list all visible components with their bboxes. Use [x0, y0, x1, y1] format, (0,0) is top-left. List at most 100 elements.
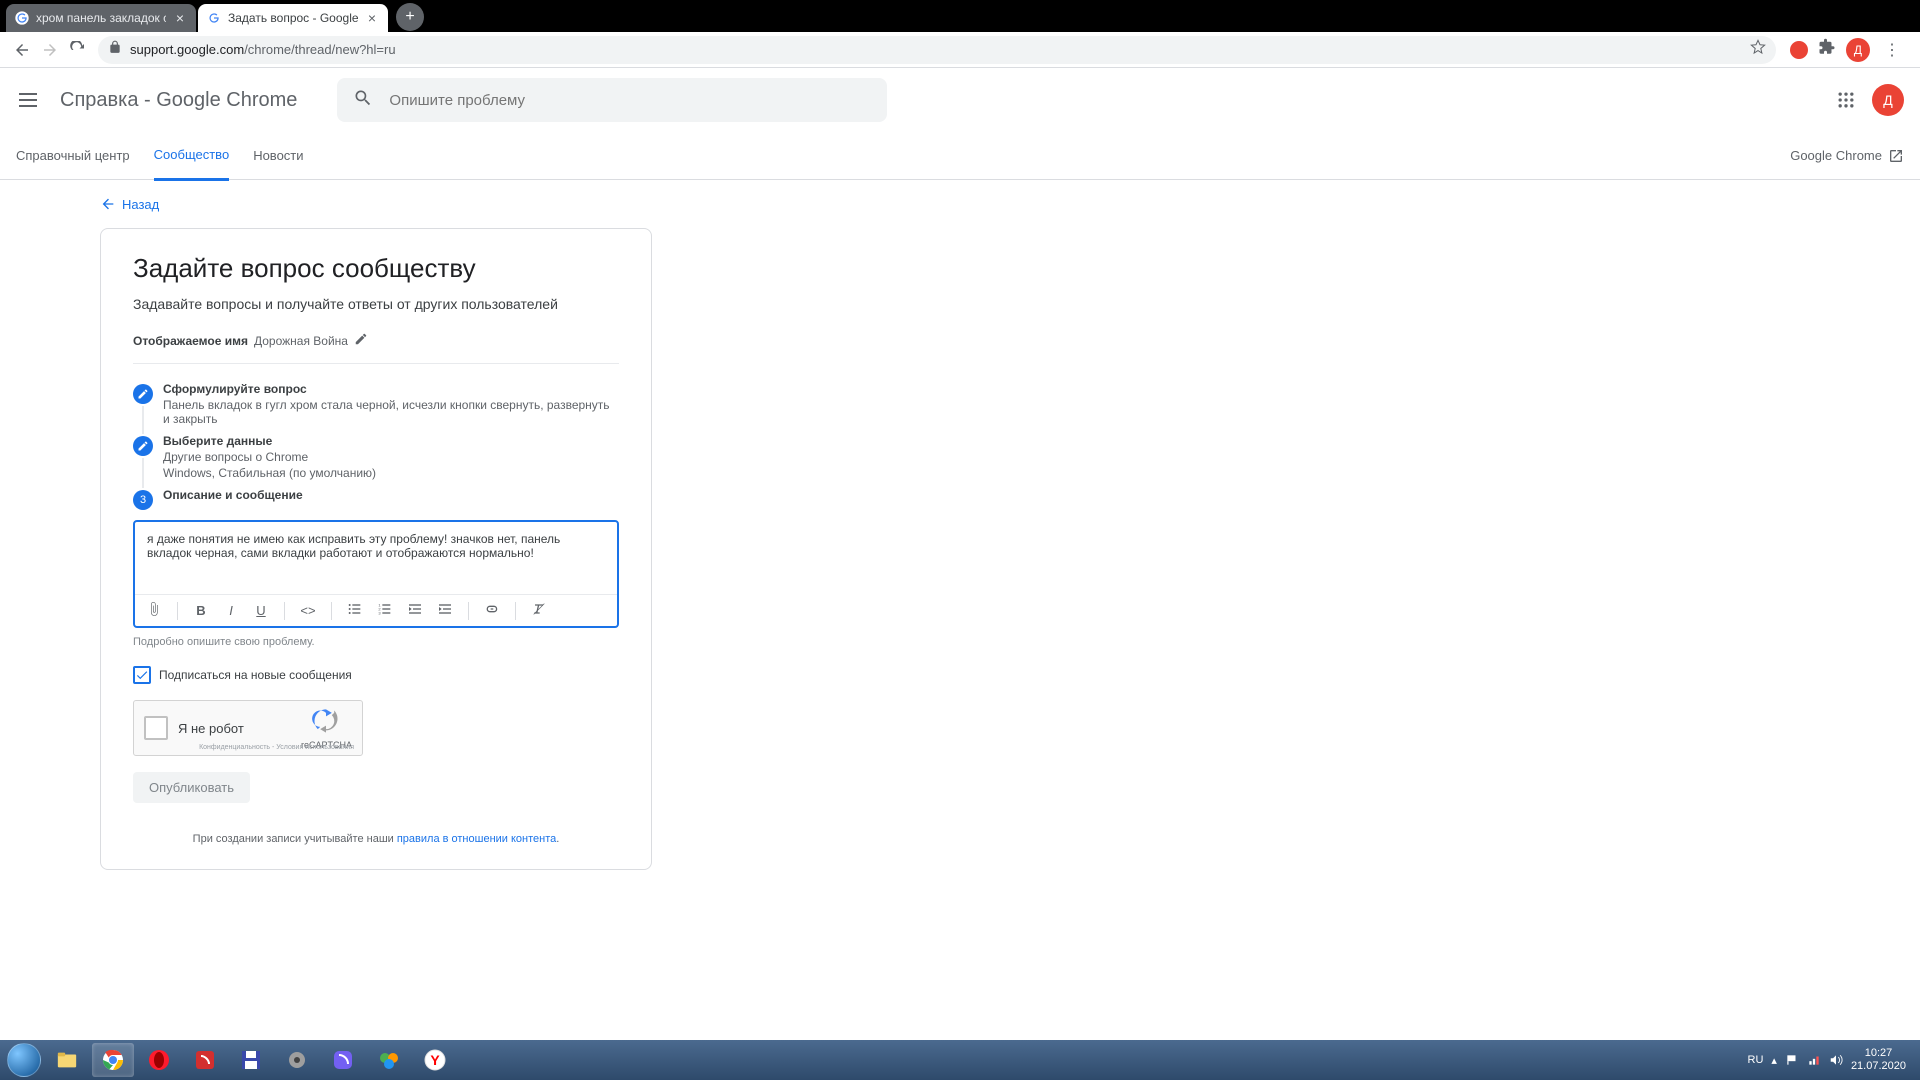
- google-g-icon: [14, 10, 30, 26]
- forward-button[interactable]: [36, 36, 64, 64]
- taskbar-app-chrome[interactable]: [92, 1043, 134, 1077]
- star-icon[interactable]: [1750, 39, 1766, 60]
- editor-textarea[interactable]: я даже понятия не имею как исправить эту…: [135, 522, 617, 594]
- product-link[interactable]: Google Chrome: [1790, 148, 1904, 164]
- step-title: Сформулируйте вопрос: [163, 382, 619, 396]
- search-input[interactable]: [389, 92, 871, 109]
- form-heading: Задайте вопрос сообществу: [133, 253, 619, 284]
- step-1: Сформулируйте вопрос Панель вкладок в гу…: [133, 382, 619, 428]
- search-icon: [353, 88, 373, 113]
- publish-button[interactable]: Опубликовать: [133, 772, 250, 803]
- start-button[interactable]: [4, 1040, 44, 1080]
- numbered-list-button[interactable]: 123: [376, 601, 394, 620]
- editor: я даже понятия не имею как исправить эту…: [133, 520, 619, 628]
- apps-button[interactable]: [1836, 90, 1856, 110]
- svg-text:Y: Y: [430, 1052, 440, 1068]
- address-bar[interactable]: support.google.com/chrome/thread/new?hl=…: [98, 36, 1776, 64]
- account-avatar[interactable]: Д: [1872, 84, 1904, 116]
- display-name-label: Отображаемое имя: [133, 334, 248, 348]
- tray-volume-icon[interactable]: [1829, 1053, 1843, 1067]
- step-sub: Windows, Стабильная (по умолчанию): [163, 466, 619, 480]
- tab-community[interactable]: Сообщество: [154, 131, 230, 181]
- browser-menu-button[interactable]: ⋮: [1880, 40, 1904, 60]
- step-badge-check: [133, 384, 153, 404]
- underline-button[interactable]: U: [252, 603, 270, 618]
- back-link[interactable]: Назад: [100, 196, 1920, 212]
- lock-icon: [108, 40, 122, 59]
- extension-icon[interactable]: [1790, 41, 1808, 59]
- editor-hint: Подробно опишите свою проблему.: [133, 636, 619, 648]
- display-name-row: Отображаемое имя Дорожная Война: [133, 332, 619, 364]
- windows-taskbar: Y RU ▴ 10:27 21.07.2020: [0, 1040, 1920, 1080]
- tab-title: Задать вопрос - Google Chrome: [228, 11, 358, 25]
- system-tray[interactable]: RU ▴ 10:27 21.07.2020: [1748, 1047, 1916, 1073]
- recaptcha[interactable]: Я не робот reCAPTCHA Конфиденциальность …: [133, 700, 363, 756]
- step-2: Выберите данные Другие вопросы о Chrome …: [133, 434, 619, 482]
- tray-network-icon[interactable]: [1807, 1053, 1821, 1067]
- tab-title: хром панель закладок стала че: [36, 11, 166, 25]
- search-box[interactable]: [337, 78, 887, 122]
- indent-button[interactable]: [436, 601, 454, 620]
- url-text: support.google.com/chrome/thread/new?hl=…: [130, 42, 396, 57]
- close-icon[interactable]: ×: [172, 10, 188, 26]
- tab-help-center[interactable]: Справочный центр: [16, 132, 130, 179]
- taskbar-app-opera[interactable]: [138, 1043, 180, 1077]
- extensions-button[interactable]: [1818, 38, 1836, 61]
- tab-news[interactable]: Новости: [253, 132, 303, 179]
- step-badge-check: [133, 436, 153, 456]
- taskbar-app-red[interactable]: [184, 1043, 226, 1077]
- step-badge-number: 3: [133, 490, 153, 510]
- taskbar-app-gear[interactable]: [276, 1043, 318, 1077]
- page-header: Справка - Google Chrome Д: [0, 68, 1920, 132]
- question-form-card: Задайте вопрос сообществу Задавайте вопр…: [100, 228, 652, 870]
- display-name-value: Дорожная Война: [254, 334, 348, 348]
- subscribe-label: Подписаться на новые сообщения: [159, 668, 352, 682]
- tray-clock[interactable]: 10:27 21.07.2020: [1851, 1047, 1906, 1073]
- page-title: Справка - Google Chrome: [60, 89, 297, 112]
- bold-button[interactable]: B: [192, 603, 210, 618]
- tray-flag-icon[interactable]: [1785, 1053, 1799, 1067]
- recaptcha-label: Я не робот: [178, 721, 244, 736]
- extension-icons: Д ⋮: [1790, 38, 1904, 62]
- close-icon[interactable]: ×: [364, 10, 380, 26]
- form-footer: При создании записи учитывайте наши прав…: [133, 833, 619, 845]
- svg-text:3: 3: [378, 610, 381, 615]
- google-g-icon: [206, 10, 222, 26]
- tray-arrow-icon[interactable]: ▴: [1771, 1054, 1777, 1067]
- edit-name-button[interactable]: [354, 332, 368, 349]
- step-title: Описание и сообщение: [163, 488, 619, 502]
- browser-tab[interactable]: Задать вопрос - Google Chrome ×: [198, 4, 388, 32]
- reload-button[interactable]: [64, 36, 92, 64]
- code-button[interactable]: <>: [299, 603, 317, 618]
- link-button[interactable]: [483, 601, 501, 620]
- step-3: 3 Описание и сообщение: [133, 488, 619, 510]
- content-policy-link[interactable]: правила в отношении контента: [397, 833, 556, 845]
- back-button[interactable]: [8, 36, 36, 64]
- bullet-list-button[interactable]: [346, 601, 364, 620]
- browser-toolbar: support.google.com/chrome/thread/new?hl=…: [0, 32, 1920, 68]
- taskbar-app-yandex[interactable]: Y: [414, 1043, 456, 1077]
- browser-titlebar: хром панель закладок стала че × Задать в…: [0, 0, 1920, 32]
- taskbar-app-spheres[interactable]: [368, 1043, 410, 1077]
- attach-icon[interactable]: [145, 601, 163, 620]
- outdent-button[interactable]: [406, 601, 424, 620]
- browser-tab[interactable]: хром панель закладок стала че ×: [6, 4, 196, 32]
- nav-tabs: Справочный центр Сообщество Новости Goog…: [0, 132, 1920, 180]
- recaptcha-checkbox[interactable]: [144, 716, 168, 740]
- subscribe-row[interactable]: Подписаться на новые сообщения: [133, 666, 619, 684]
- step-title: Выберите данные: [163, 434, 619, 448]
- subscribe-checkbox[interactable]: [133, 666, 151, 684]
- main-content: Назад Задайте вопрос сообществу Задавайт…: [0, 180, 1920, 870]
- step-sub: Другие вопросы о Chrome: [163, 450, 619, 464]
- italic-button[interactable]: I: [222, 603, 240, 618]
- step-sub: Панель вкладок в гугл хром стала черной,…: [163, 398, 619, 426]
- new-tab-button[interactable]: +: [396, 3, 424, 31]
- profile-avatar[interactable]: Д: [1846, 38, 1870, 62]
- menu-button[interactable]: [16, 88, 40, 112]
- tray-lang[interactable]: RU: [1748, 1054, 1764, 1066]
- taskbar-app-explorer[interactable]: [46, 1043, 88, 1077]
- taskbar-app-viber[interactable]: [322, 1043, 364, 1077]
- form-subtitle: Задавайте вопросы и получайте ответы от …: [133, 296, 619, 312]
- clear-format-button[interactable]: [530, 601, 548, 620]
- taskbar-app-save[interactable]: [230, 1043, 272, 1077]
